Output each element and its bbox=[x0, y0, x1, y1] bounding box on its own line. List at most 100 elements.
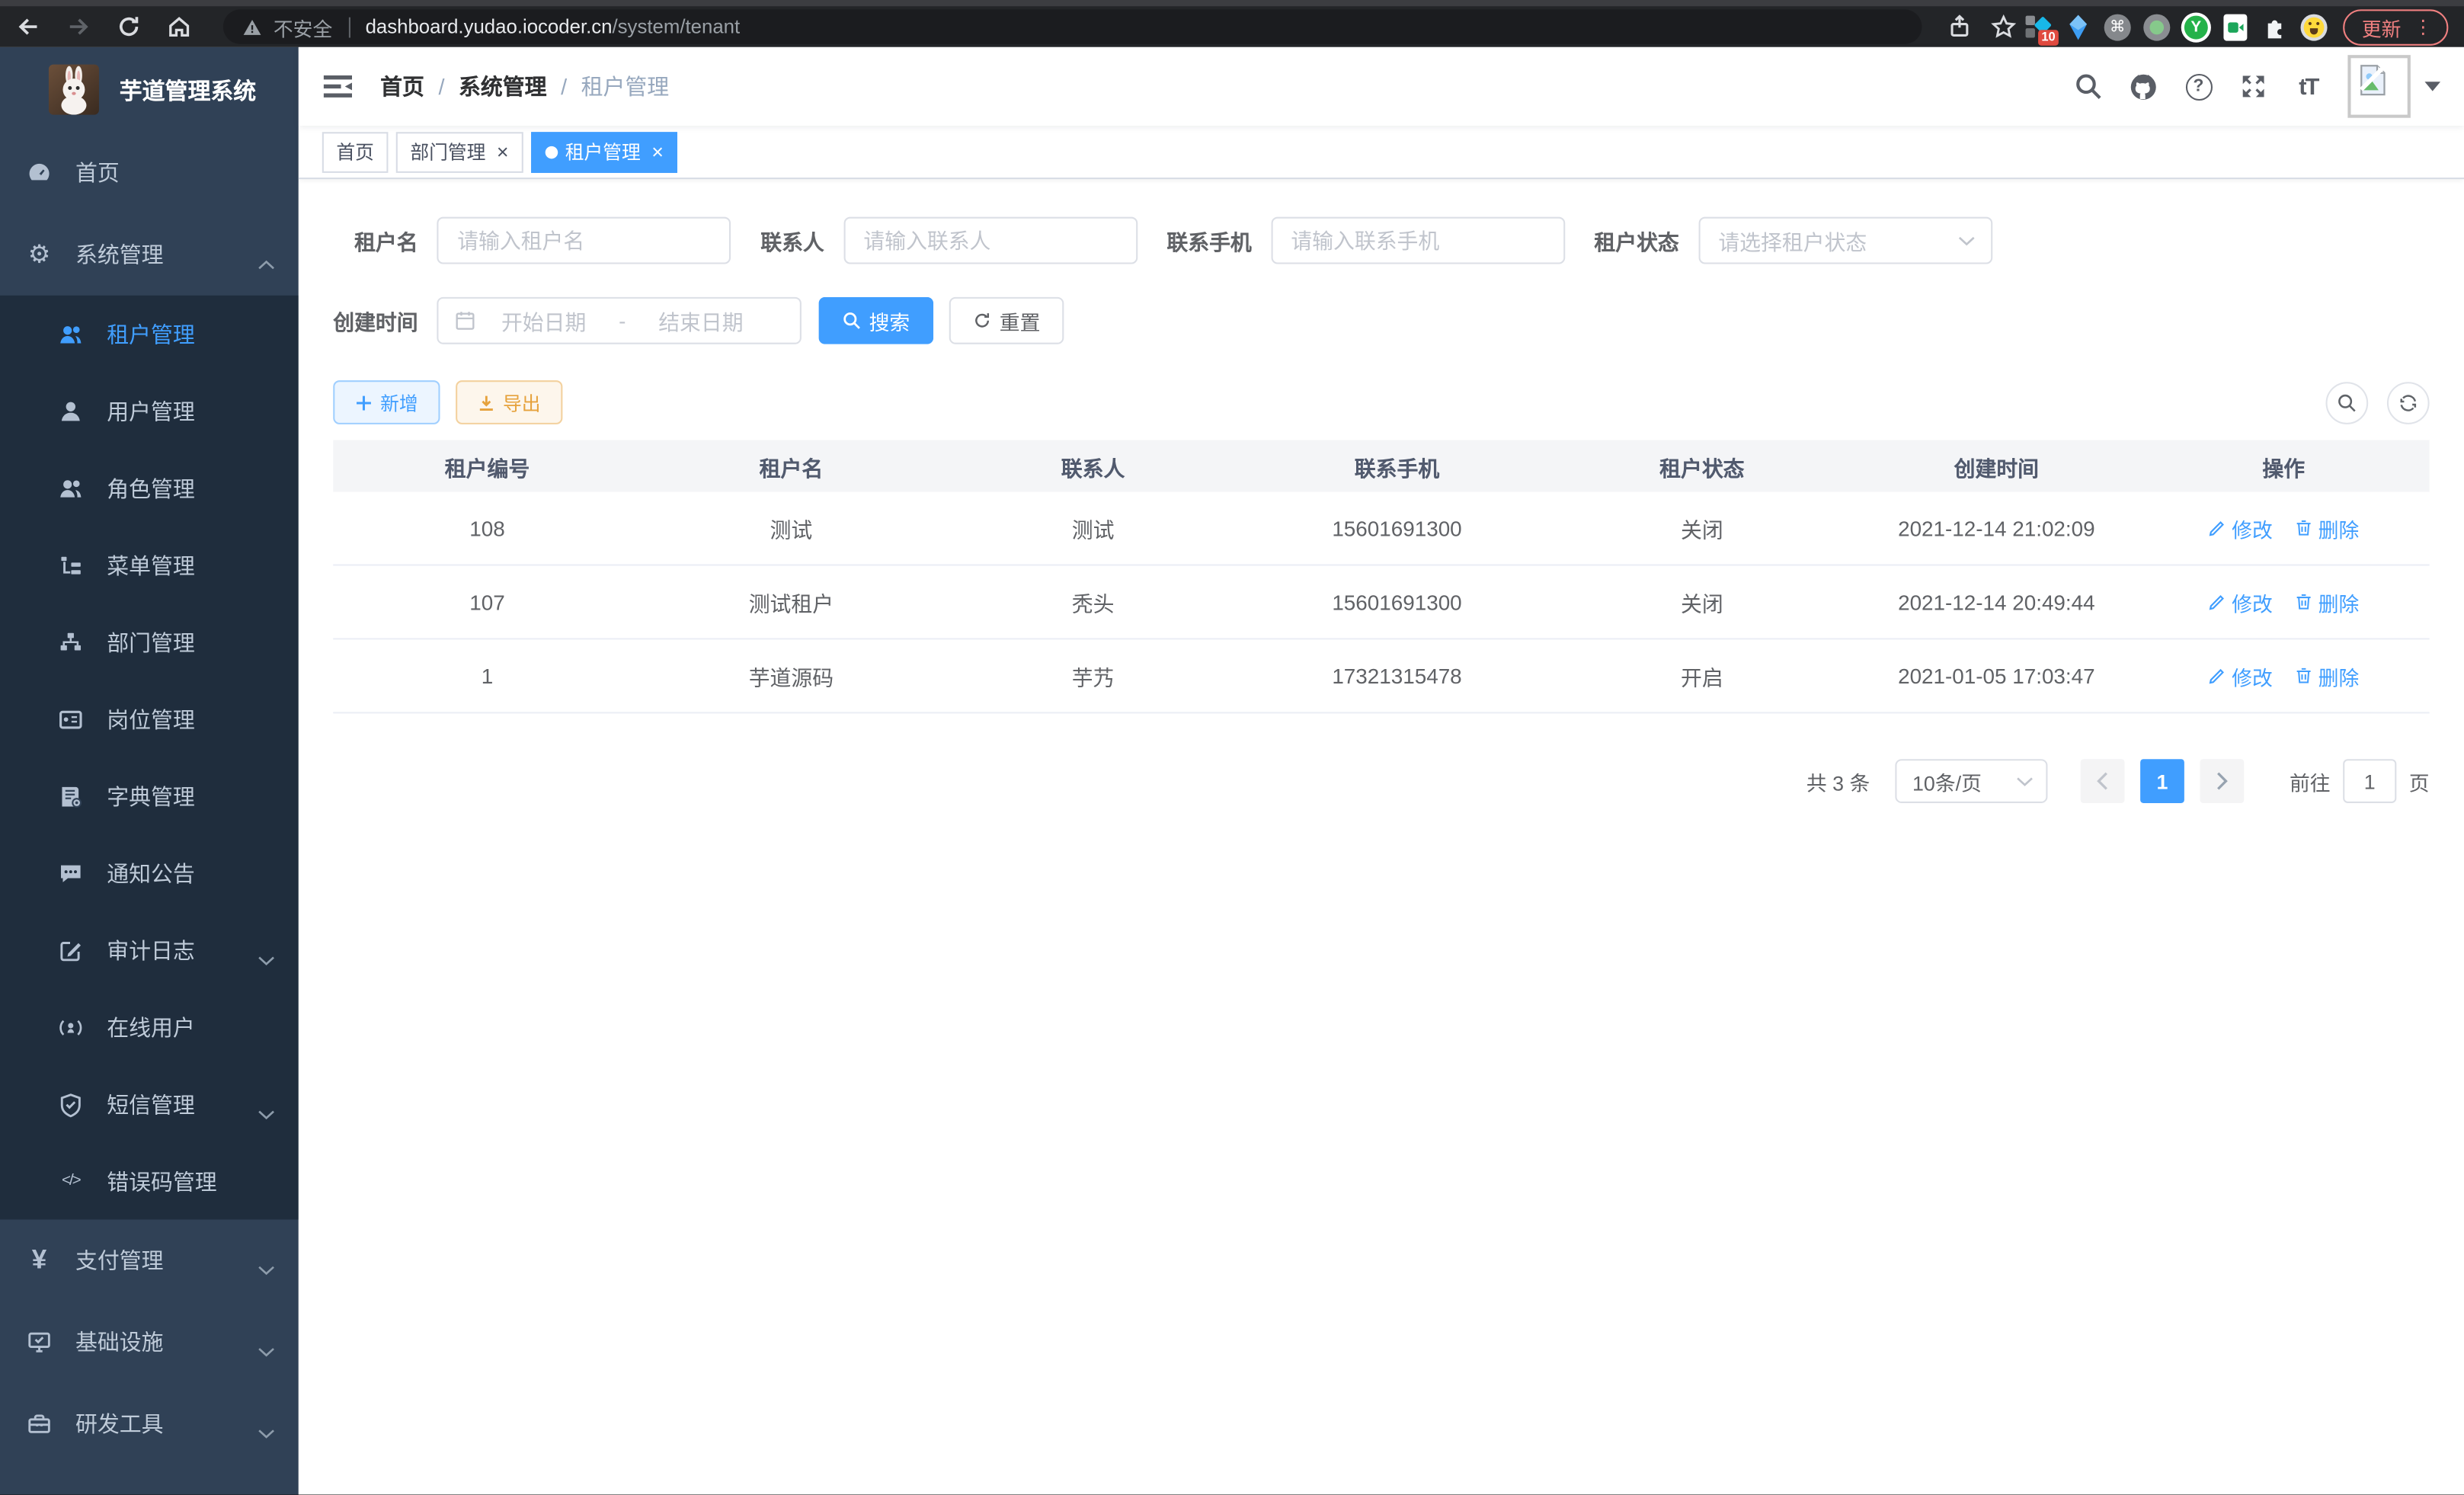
refresh-icon bbox=[973, 311, 992, 330]
breadcrumb-home[interactable]: 首页 bbox=[380, 71, 424, 102]
edit-link[interactable]: 修改 bbox=[2208, 513, 2273, 543]
filter-label-create-time: 创建时间 bbox=[333, 305, 437, 336]
sidebar-item-post[interactable]: 岗位管理 bbox=[0, 680, 299, 757]
sidebar-item-user[interactable]: 用户管理 bbox=[0, 373, 299, 450]
goto-page-input[interactable] bbox=[2343, 759, 2396, 803]
tab-home[interactable]: 首页 bbox=[322, 131, 389, 172]
edit-link[interactable]: 修改 bbox=[2208, 661, 2273, 690]
tab-tenant[interactable]: 租户管理 × bbox=[530, 131, 677, 172]
extension-y-icon[interactable]: Y bbox=[2183, 14, 2210, 40]
fullscreen-icon[interactable] bbox=[2239, 72, 2267, 101]
sidebar-item-devtools[interactable]: 研发工具 bbox=[0, 1383, 299, 1465]
sidebar-item-home[interactable]: 首页 bbox=[0, 132, 299, 213]
total-count: 共 3 条 bbox=[1806, 766, 1870, 796]
search-button[interactable]: 搜索 bbox=[819, 297, 934, 344]
mobile-input[interactable] bbox=[1271, 217, 1565, 264]
prev-page-button[interactable] bbox=[2081, 759, 2125, 803]
sidebar-item-online-users[interactable]: 在线用户 bbox=[0, 988, 299, 1065]
toolbox-icon bbox=[27, 1411, 52, 1436]
sidebar-item-sms[interactable]: 短信管理 bbox=[0, 1065, 299, 1142]
sidebar-item-dept[interactable]: 部门管理 bbox=[0, 603, 299, 680]
font-size-icon[interactable]: tT bbox=[2294, 72, 2322, 101]
chevron-right-icon bbox=[2216, 772, 2229, 791]
cell-tenant-id: 107 bbox=[333, 590, 641, 613]
add-label: 新增 bbox=[380, 389, 418, 415]
sidebar-item-audit-log[interactable]: 审计日志 bbox=[0, 911, 299, 988]
sidebar-logo[interactable]: 芋道管理系统 bbox=[0, 47, 299, 132]
github-icon[interactable] bbox=[2130, 72, 2158, 101]
contact-input[interactable] bbox=[843, 217, 1138, 264]
sidebar-item-pay[interactable]: ¥ 支付管理 bbox=[0, 1220, 299, 1301]
url-path: /system/tenant bbox=[613, 16, 741, 38]
delete-link[interactable]: 删除 bbox=[2295, 587, 2360, 616]
user-icon bbox=[58, 399, 83, 424]
goto-suffix: 页 bbox=[2409, 766, 2430, 796]
sidebar-item-infra[interactable]: 基础设施 bbox=[0, 1301, 299, 1383]
chevron-down-icon bbox=[1957, 235, 1975, 245]
export-button[interactable]: 导出 bbox=[456, 380, 562, 424]
delete-link[interactable]: 删除 bbox=[2295, 513, 2360, 543]
breadcrumb-system[interactable]: 系统管理 bbox=[459, 71, 547, 102]
chevron-down-icon bbox=[2016, 776, 2034, 786]
extensions-row: 10 ⌘ Y bbox=[2026, 14, 2328, 40]
update-label: 更新 bbox=[2362, 11, 2402, 41]
create-time-range-picker[interactable]: 开始日期 - 结束日期 bbox=[437, 297, 802, 344]
sidebar-item-errcode[interactable]: </> 错误码管理 bbox=[0, 1142, 299, 1219]
extension-recorder-icon[interactable] bbox=[2143, 14, 2170, 40]
browser-reload-icon[interactable] bbox=[117, 14, 142, 40]
show-search-toggle-button[interactable] bbox=[2326, 381, 2369, 424]
extension-pinned-icon[interactable]: 10 bbox=[2026, 14, 2053, 40]
trash-icon bbox=[2295, 667, 2314, 686]
page-number-1[interactable]: 1 bbox=[2140, 759, 2184, 803]
edit-link[interactable]: 修改 bbox=[2208, 587, 2273, 616]
sidebar-item-menu-mgmt[interactable]: 菜单管理 bbox=[0, 527, 299, 603]
monitor-icon bbox=[27, 1330, 52, 1355]
tab-dept[interactable]: 部门管理 × bbox=[396, 131, 523, 172]
extension-command-icon[interactable]: ⌘ bbox=[2104, 14, 2131, 40]
sidebar-item-notice[interactable]: 通知公告 bbox=[0, 834, 299, 911]
sidebar-fold-icon[interactable] bbox=[322, 71, 354, 102]
edit-log-icon bbox=[58, 937, 83, 962]
bookmark-star-icon[interactable] bbox=[1991, 14, 2016, 40]
extension-camera-icon[interactable] bbox=[2222, 14, 2248, 40]
tenant-name-input[interactable] bbox=[437, 217, 731, 264]
next-page-button[interactable] bbox=[2200, 759, 2244, 803]
tenant-status-select[interactable]: 请选择租户状态 bbox=[1698, 217, 1992, 264]
sidebar-menu: 首页 ⚙ 系统管理 租户管理 bbox=[0, 132, 299, 1465]
cell-status: 关闭 bbox=[1549, 512, 1855, 543]
page-size-select[interactable]: 10条/页 bbox=[1895, 759, 2047, 803]
tab-close-icon[interactable]: × bbox=[651, 142, 664, 162]
sidebar-item-dict[interactable]: 字典管理 bbox=[0, 757, 299, 834]
avatar-caret-icon[interactable] bbox=[2424, 82, 2440, 91]
org-tree-icon bbox=[58, 629, 83, 655]
chevron-left-icon bbox=[2096, 772, 2109, 791]
sidebar-item-tenant[interactable]: 租户管理 bbox=[0, 296, 299, 373]
tab-close-icon[interactable]: × bbox=[497, 142, 509, 162]
help-icon[interactable]: ? bbox=[2184, 72, 2213, 101]
browser-forward-icon[interactable] bbox=[66, 14, 91, 40]
sidebar-item-system[interactable]: ⚙ 系统管理 bbox=[0, 214, 299, 296]
refresh-table-button[interactable] bbox=[2387, 381, 2430, 424]
extension-balloon-icon[interactable] bbox=[2065, 14, 2091, 40]
sidebar-item-label: 部门管理 bbox=[107, 626, 195, 658]
pagination: 共 3 条 10条/页 1 前往 页 bbox=[333, 759, 2429, 803]
avatar[interactable] bbox=[2347, 55, 2411, 118]
address-bar[interactable]: 不安全 dashboard.yudao.iocoder.cn /system/t… bbox=[223, 9, 1922, 43]
extension-emoji-icon[interactable] bbox=[2300, 14, 2327, 40]
sidebar-item-role[interactable]: 角色管理 bbox=[0, 450, 299, 527]
delete-link[interactable]: 删除 bbox=[2295, 661, 2360, 690]
browser-home-icon[interactable] bbox=[167, 14, 192, 40]
reset-button[interactable]: 重置 bbox=[949, 297, 1064, 344]
share-icon[interactable] bbox=[1947, 14, 1972, 40]
chrome-update-button[interactable]: 更新 ⋮ bbox=[2343, 8, 2448, 44]
omnibox-divider bbox=[348, 17, 350, 37]
browser-back-icon[interactable] bbox=[16, 14, 41, 40]
tree-list-icon bbox=[58, 552, 83, 578]
extension-puzzle-icon[interactable] bbox=[2261, 14, 2288, 40]
add-button[interactable]: 新增 bbox=[333, 380, 440, 424]
chevron-up-icon bbox=[258, 250, 275, 275]
header-search-icon[interactable] bbox=[2075, 72, 2103, 101]
reset-label: 重置 bbox=[1000, 306, 1041, 335]
chrome-menu-icon[interactable]: ⋮ bbox=[2414, 16, 2433, 38]
url-host: dashboard.yudao.iocoder.cn bbox=[366, 16, 613, 38]
